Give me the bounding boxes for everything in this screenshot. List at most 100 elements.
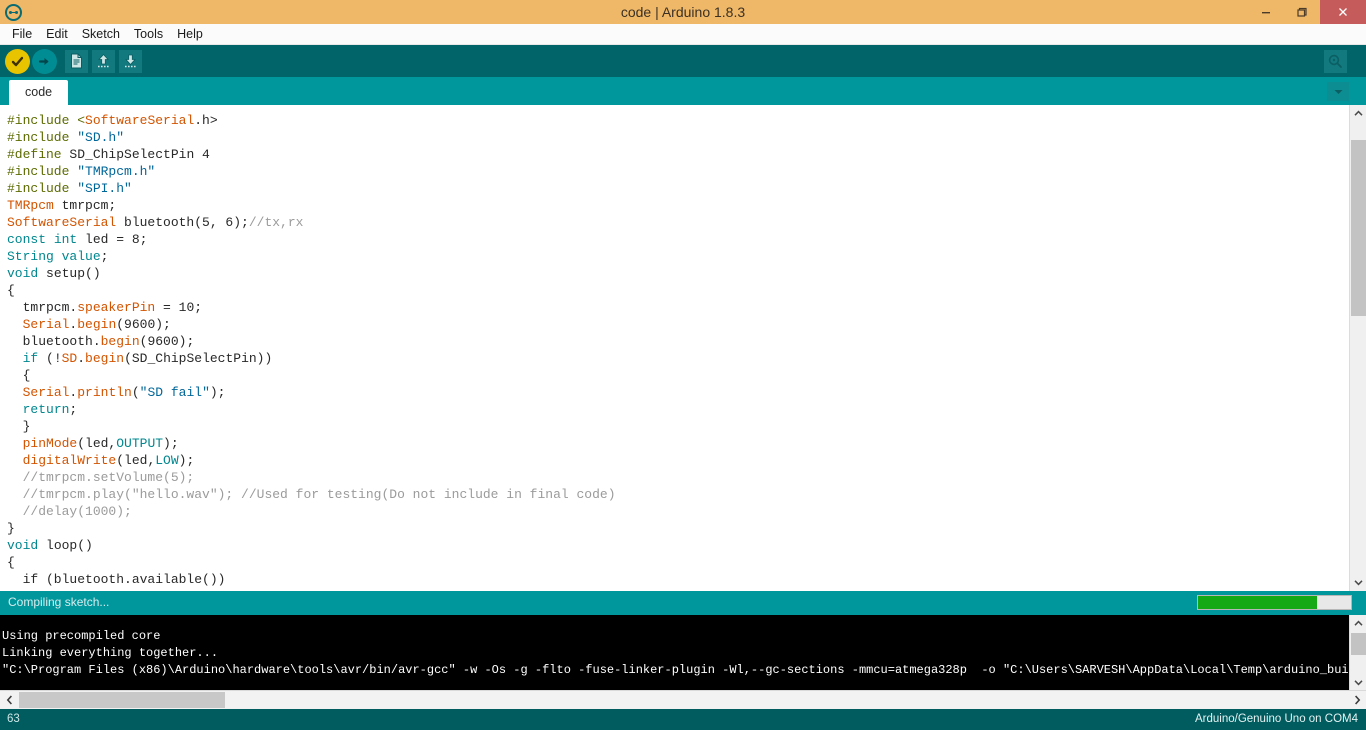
code-token: Serial (23, 317, 70, 332)
minimize-icon[interactable] (1248, 0, 1284, 24)
menu-bar: File Edit Sketch Tools Help (0, 24, 1366, 45)
tab-menu-button[interactable] (1327, 82, 1349, 101)
code-token (7, 453, 23, 468)
code-line: SoftwareSerial bluetooth(5, 6);//tx,rx (7, 214, 616, 231)
tab-label: code (25, 85, 52, 99)
editor-vertical-scrollbar[interactable] (1349, 105, 1366, 591)
code-token: } (7, 419, 30, 434)
code-token: "TMRpcm.h" (77, 164, 155, 179)
code-token: begin (85, 351, 124, 366)
code-token: if (bluetooth.available()) (7, 572, 225, 587)
code-token: speakerPin (77, 300, 155, 315)
code-token (54, 249, 62, 264)
code-token: #include (7, 113, 77, 128)
close-icon[interactable] (1320, 0, 1366, 24)
arrow-down-icon (119, 50, 142, 73)
code-editor[interactable]: #include <SoftwareSerial.h>#include "SD.… (0, 105, 1366, 591)
magnifier-icon (1324, 50, 1347, 73)
code-token (38, 266, 46, 281)
code-token: void (7, 266, 38, 281)
code-token: loop (46, 538, 77, 553)
code-token (7, 317, 23, 332)
scroll-right-icon[interactable] (1348, 691, 1366, 709)
tab-code[interactable]: code (9, 80, 68, 105)
code-line: #define SD_ChipSelectPin 4 (7, 146, 616, 163)
scroll-down-icon[interactable] (1350, 574, 1366, 591)
chevron-down-icon (1333, 83, 1344, 101)
arrow-right-icon (32, 49, 57, 74)
code-line: { (7, 554, 616, 571)
scroll-up-icon[interactable] (1350, 105, 1366, 122)
code-token: #include (7, 181, 77, 196)
code-token: if (23, 351, 39, 366)
code-token (38, 538, 46, 553)
code-token: #define (7, 147, 69, 162)
arrow-up-icon (92, 50, 115, 73)
open-button[interactable] (90, 48, 116, 74)
status-strip: Compiling sketch... (0, 591, 1366, 615)
serial-monitor-button[interactable] (1322, 48, 1348, 74)
console-scrollbar-thumb[interactable] (1351, 633, 1366, 655)
console-output[interactable]: Using precompiled core Linking everythin… (0, 615, 1366, 690)
code-token: } (7, 521, 15, 536)
code-token (7, 385, 23, 400)
console-line: Using precompiled core (2, 628, 160, 645)
code-token: tmrpcm; (54, 198, 116, 213)
code-line: { (7, 367, 616, 384)
code-token: led = 8; (77, 232, 147, 247)
code-token: #include (7, 164, 77, 179)
menu-item-tools[interactable]: Tools (127, 25, 170, 44)
code-token: const (7, 232, 46, 247)
new-button[interactable] (63, 48, 89, 74)
menu-item-edit[interactable]: Edit (39, 25, 75, 44)
code-token: (! (38, 351, 61, 366)
code-token: () (77, 538, 93, 553)
horizontal-scrollbar-thumb[interactable] (19, 692, 225, 708)
menu-item-sketch[interactable]: Sketch (75, 25, 127, 44)
menu-item-file[interactable]: File (5, 25, 39, 44)
code-token: . (77, 351, 85, 366)
code-token (46, 232, 54, 247)
code-line: digitalWrite(led,LOW); (7, 452, 616, 469)
editor-scrollbar-thumb[interactable] (1351, 140, 1366, 316)
code-line: tmrpcm.speakerPin = 10; (7, 299, 616, 316)
scroll-left-icon[interactable] (0, 691, 18, 709)
console-horizontal-scrollbar[interactable] (0, 690, 1366, 709)
code-token: (SD_ChipSelectPin)) (124, 351, 272, 366)
code-token: SD_ChipSelectPin 4 (69, 147, 209, 162)
code-line: TMRpcm tmrpcm; (7, 197, 616, 214)
console-scroll-down-icon[interactable] (1350, 674, 1366, 690)
menu-item-help[interactable]: Help (170, 25, 210, 44)
code-token: Serial (23, 385, 70, 400)
code-token: return (23, 402, 70, 417)
console-vertical-scrollbar[interactable] (1349, 615, 1366, 690)
code-token: ; (101, 249, 109, 264)
code-token: setup (46, 266, 85, 281)
code-line: Serial.begin(9600); (7, 316, 616, 333)
save-button[interactable] (117, 48, 143, 74)
code-token: TMRpcm (7, 198, 54, 213)
code-line: String value; (7, 248, 616, 265)
code-line: void setup() (7, 265, 616, 282)
verify-button[interactable] (4, 48, 30, 74)
code-token: { (7, 283, 15, 298)
code-line: if (bluetooth.available()) (7, 571, 616, 588)
board-port-info: Arduino/Genuino Uno on COM4 (1195, 713, 1358, 725)
code-token: "SPI.h" (77, 181, 132, 196)
console-scroll-up-icon[interactable] (1350, 615, 1366, 631)
code-token: "SD fail" (140, 385, 210, 400)
code-line: #include "TMRpcm.h" (7, 163, 616, 180)
maximize-restore-icon[interactable] (1284, 0, 1320, 24)
code-token: = 10; (155, 300, 202, 315)
upload-button[interactable] (31, 48, 57, 74)
arduino-logo-icon (0, 0, 26, 24)
code-token: #include (7, 130, 77, 145)
window-controls (1248, 0, 1366, 24)
code-token: "SD.h" (77, 130, 124, 145)
arduino-ide-window: code | Arduino 1.8.3 File Edit Sketch To… (0, 0, 1366, 730)
code-token: //tmrpcm.setVolume(5); (7, 470, 194, 485)
code-token: //delay(1000); (7, 504, 132, 519)
progress-bar (1197, 595, 1352, 610)
code-line: //tmrpcm.setVolume(5); (7, 469, 616, 486)
progress-bar-fill (1198, 596, 1317, 609)
